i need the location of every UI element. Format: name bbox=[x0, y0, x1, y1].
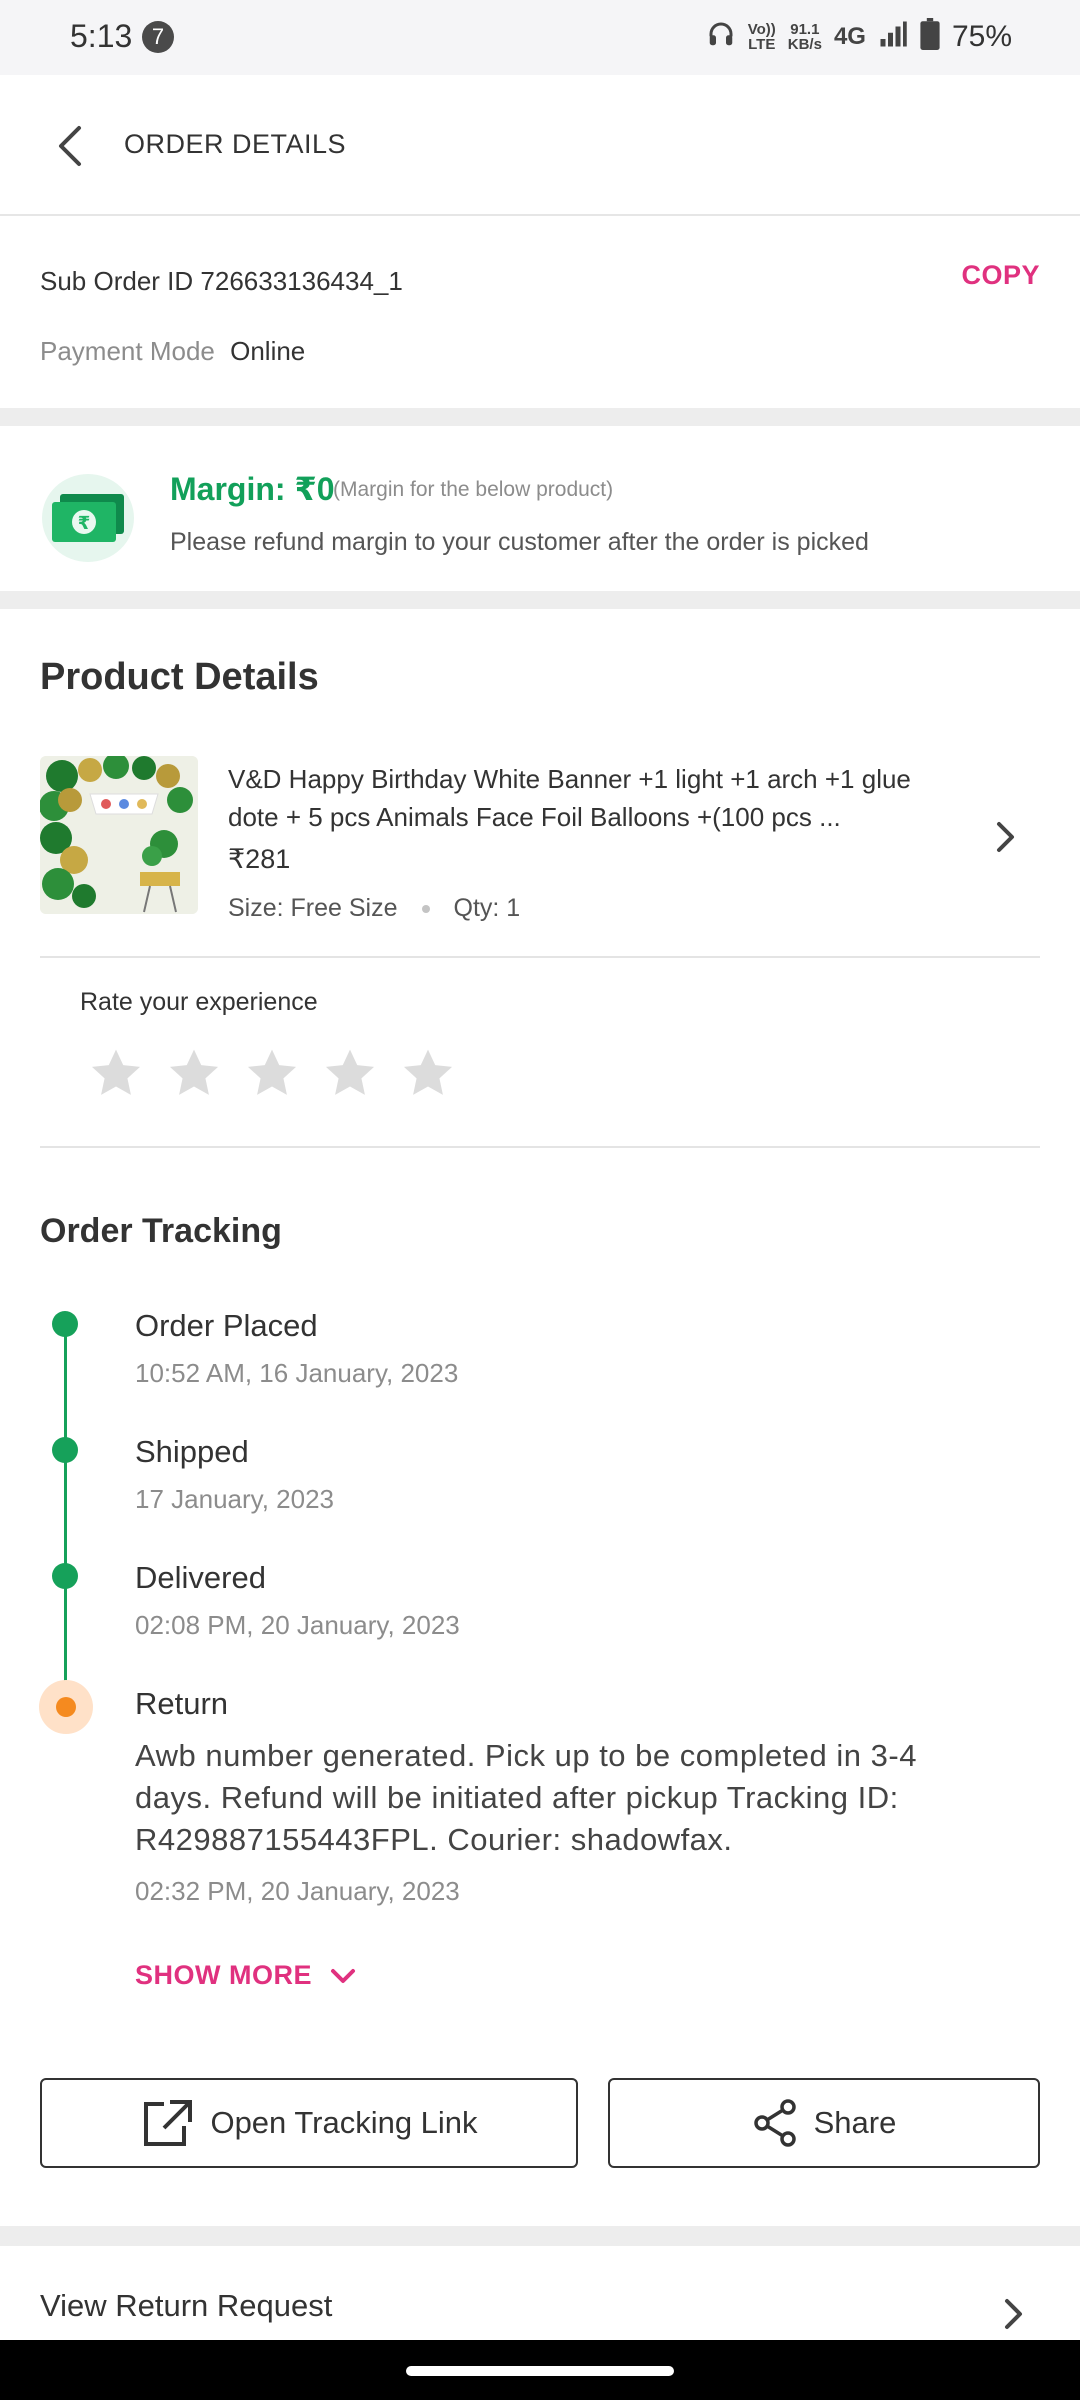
external-link-icon bbox=[144, 2100, 193, 2146]
network-speed: 91.1 KB/s bbox=[787, 20, 822, 53]
payment-mode-value: Online bbox=[230, 336, 306, 366]
product-qty: Qty: 1 bbox=[453, 894, 521, 922]
timeline-line bbox=[64, 1323, 67, 1708]
chevron-right-icon bbox=[997, 822, 1014, 852]
timeline-dot-current bbox=[39, 1680, 93, 1734]
show-more-button[interactable]: SHOW MORE bbox=[135, 1960, 356, 1991]
share-label: Share bbox=[813, 2105, 897, 2140]
status-time: 5:13 bbox=[70, 18, 133, 54]
status-bar: 5:13 7 Vo)) LTE 91.1 KB/s 4G 75% bbox=[0, 0, 1080, 75]
rate-experience-label: Rate your experience bbox=[80, 988, 318, 1016]
cash-icon: ₹ bbox=[42, 474, 134, 562]
product-details-heading: Product Details bbox=[40, 656, 319, 698]
product-name[interactable]: V&D Happy Birthday White Banner +1 light… bbox=[228, 760, 928, 836]
network-type: 4G bbox=[833, 22, 866, 50]
page-title: ORDER DETAILS bbox=[124, 129, 347, 159]
product-image[interactable] bbox=[40, 756, 198, 914]
view-return-request-row[interactable]: View Return Request bbox=[0, 2246, 1080, 2336]
suborder-section: Sub Order ID 726633136434_1 COPY Payment… bbox=[0, 218, 1080, 408]
timeline-dot-done bbox=[52, 1563, 78, 1589]
home-gesture-handle[interactable] bbox=[406, 2366, 674, 2376]
status-indicators: Vo)) LTE 91.1 KB/s 4G 75% bbox=[706, 18, 1012, 55]
product-size: Size: Free Size bbox=[228, 894, 398, 922]
timeline-step-title: Delivered bbox=[135, 1560, 266, 1595]
battery-percent: 75% bbox=[951, 19, 1012, 53]
order-tracking-heading: Order Tracking bbox=[40, 1212, 282, 1250]
back-button[interactable] bbox=[40, 113, 100, 179]
chevron-down-icon bbox=[331, 1968, 355, 1983]
section-divider bbox=[0, 2226, 1080, 2246]
star-rating bbox=[88, 1045, 456, 1101]
star-icon-4[interactable] bbox=[322, 1045, 378, 1101]
system-nav-bar bbox=[0, 2340, 1080, 2400]
timeline-step-title: Return bbox=[135, 1686, 229, 1721]
section-divider bbox=[0, 591, 1080, 609]
margin-note: (Margin for the below product) bbox=[333, 478, 614, 501]
app-header: ORDER DETAILS bbox=[0, 75, 1080, 216]
timeline-step-date: 02:08 PM, 20 January, 2023 bbox=[135, 1610, 460, 1640]
timeline-step-title: Order Placed bbox=[135, 1308, 318, 1343]
divider bbox=[40, 956, 1040, 958]
share-button[interactable]: Share bbox=[608, 2078, 1040, 2168]
star-icon-3[interactable] bbox=[244, 1045, 300, 1101]
timeline-dot-done bbox=[52, 1437, 78, 1463]
timeline-step-title: Shipped bbox=[135, 1434, 249, 1469]
timeline-step-date: 17 January, 2023 bbox=[135, 1484, 334, 1514]
margin-section: ₹ Margin: ₹0 (Margin for the below produ… bbox=[0, 426, 1080, 591]
timeline-step-description: Awb number generated. Pick up to be comp… bbox=[135, 1738, 917, 1857]
star-icon-2[interactable] bbox=[166, 1045, 222, 1101]
star-icon-1[interactable] bbox=[88, 1045, 144, 1101]
timeline-dot-done bbox=[52, 1311, 78, 1337]
timeline-step-date: 10:52 AM, 16 January, 2023 bbox=[135, 1358, 459, 1388]
svg-text:₹: ₹ bbox=[78, 513, 91, 534]
open-tracking-link-label: Open Tracking Link bbox=[210, 2105, 478, 2140]
chevron-right-icon bbox=[998, 2294, 1030, 2334]
margin-message: Please refund margin to your customer af… bbox=[170, 528, 869, 556]
battery-icon bbox=[920, 18, 940, 55]
meta-separator bbox=[421, 904, 430, 913]
copy-button[interactable]: COPY bbox=[961, 260, 1040, 291]
timeline-step-date: 02:32 PM, 20 January, 2023 bbox=[135, 1876, 460, 1906]
show-more-label: SHOW MORE bbox=[135, 1960, 312, 1990]
notification-count-badge: 7 bbox=[142, 21, 174, 53]
product-chevron-button[interactable] bbox=[990, 817, 1022, 857]
product-meta: Size: Free Size Qty: 1 bbox=[228, 894, 520, 923]
payment-mode-label: Payment Mode bbox=[40, 336, 215, 366]
section-divider bbox=[0, 408, 1080, 426]
product-price: ₹281 bbox=[228, 844, 291, 874]
open-tracking-link-button[interactable]: Open Tracking Link bbox=[40, 2078, 578, 2168]
volte-indicator: Vo)) LTE bbox=[747, 20, 776, 53]
margin-amount: Margin: ₹0 bbox=[170, 471, 335, 507]
star-icon-5[interactable] bbox=[400, 1045, 456, 1101]
view-return-request-label: View Return Request bbox=[40, 2288, 333, 2323]
payment-mode-row: Payment Mode Online bbox=[40, 336, 305, 367]
suborder-id: Sub Order ID 726633136434_1 bbox=[40, 266, 403, 296]
back-arrow-icon bbox=[59, 126, 81, 166]
headphones-icon bbox=[706, 19, 736, 54]
share-icon bbox=[753, 2099, 796, 2147]
signal-icon bbox=[878, 19, 908, 54]
order-details-screen: 5:13 7 Vo)) LTE 91.1 KB/s 4G 75% ORDER D… bbox=[0, 0, 1080, 2400]
divider bbox=[40, 1146, 1040, 1148]
